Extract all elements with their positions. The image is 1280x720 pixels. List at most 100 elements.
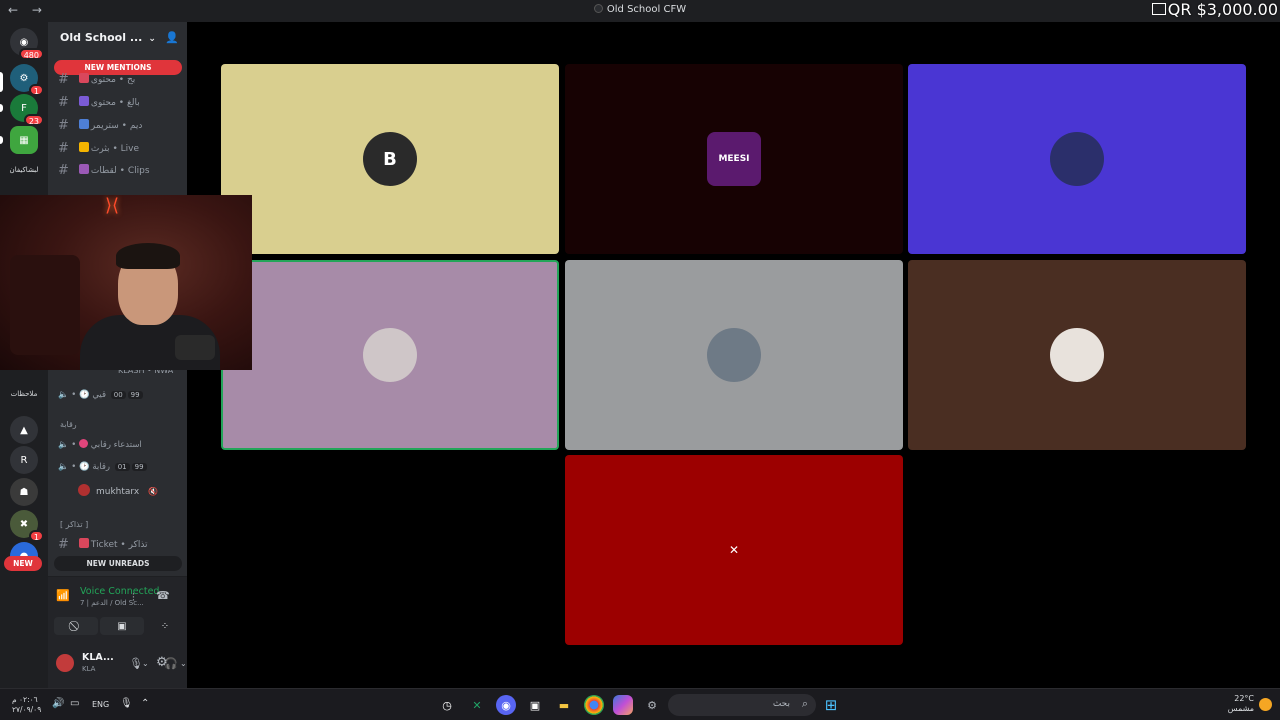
channel-emoji-icon [78, 119, 89, 129]
channel-1[interactable]: # بح • محتوى [58, 72, 183, 90]
participant-tile[interactable] [565, 260, 903, 450]
channel-3[interactable]: # ديم • ستريمر [58, 118, 183, 136]
user-name[interactable]: KLA... [82, 652, 114, 663]
server-icon-4[interactable]: R [10, 446, 38, 474]
taskbar-search[interactable]: بحث ⌕ [668, 694, 816, 716]
hash-icon: # [58, 537, 69, 552]
recorder-app-icon[interactable]: ◷ [437, 695, 457, 715]
chevron-down-icon[interactable]: ⌄ [180, 659, 187, 668]
neon-sign-icon: ⟩⟨ [105, 195, 120, 216]
new-badge[interactable]: NEW [4, 556, 42, 571]
voice-channel-label: قيي [92, 390, 107, 400]
channel-emoji-icon [78, 142, 89, 152]
file-explorer-icon[interactable]: ▬ [554, 695, 574, 715]
volume-icon[interactable]: 🔊 [52, 698, 64, 709]
voice-channel-1[interactable]: 🔈 • 🕑 قيي 00 99 [58, 390, 183, 406]
channel-label: Ticket • تذاكر [90, 540, 148, 550]
unread-indicator [0, 104, 3, 112]
participant-tile[interactable]: B [221, 64, 559, 254]
user-status: KLA [82, 665, 96, 673]
voice-connected-panel: 📶 Voice Connected 7 | الدعم / Old Sc... … [48, 576, 187, 640]
server-icon-6[interactable]: ✖ 1 [10, 510, 44, 542]
participant-avatar [363, 328, 417, 382]
user-limit: 99 [127, 391, 143, 399]
hash-icon: # [58, 141, 69, 156]
new-unreads-banner[interactable]: NEW UNREADS [54, 556, 182, 571]
server-badge: 1 [28, 530, 44, 542]
channel-emoji-icon [79, 439, 89, 448]
participant-avatar [707, 328, 761, 382]
server-label[interactable]: لبشاكيفان [4, 166, 44, 174]
search-placeholder: بحث [772, 699, 790, 709]
excel-app-icon[interactable]: ✕ [467, 695, 487, 715]
disconnect-icon[interactable]: ☎ [156, 589, 170, 602]
language-indicator[interactable]: ENG [92, 700, 109, 709]
signal-icon: 📶 [56, 589, 70, 602]
voice-user[interactable]: mukhtarx 🔇 [78, 484, 158, 497]
store-app-icon[interactable]: ▣ [525, 695, 545, 715]
voice-channel-label: رقابة [92, 462, 110, 472]
windows-taskbar: ٠٢:٠٦ م ٢٧/٠٩/٠٩ 🔊 ▭ ENG 🎙 ⌃ ◷ ✕ ◉ ▣ ▬ ⚙ … [0, 688, 1280, 720]
server-icon-2[interactable]: F 23 [10, 94, 44, 126]
chevron-down-icon[interactable]: ⌄ [142, 659, 149, 668]
participant-tile[interactable] [908, 260, 1246, 450]
participant-avatar [1050, 132, 1104, 186]
copilot-app-icon[interactable] [613, 695, 633, 715]
windows-start-icon[interactable]: ⊞ [821, 695, 841, 715]
gaming-chair [10, 255, 80, 355]
server-name: Old School ... [60, 31, 143, 44]
user-limit: 99 [131, 463, 147, 471]
camera-off-button[interactable]: ⃠ [54, 617, 98, 635]
participant-tile-speaking[interactable] [221, 260, 559, 450]
noise-suppression-icon[interactable]: ⫶ [132, 591, 135, 605]
server-header[interactable]: Old School ... ⌄ 👤 [48, 22, 187, 52]
participant-tile[interactable]: MEESI [565, 64, 903, 254]
channel-4[interactable]: # بثرث • Live [58, 141, 183, 159]
discord-app-icon[interactable]: ◉ [496, 695, 516, 715]
channel-emoji-icon [78, 96, 89, 106]
minecraft-server-icon[interactable]: ▦ [10, 126, 38, 154]
clock[interactable]: ٠٢:٠٦ م ٢٧/٠٩/٠٩ [12, 695, 41, 715]
selected-indicator [0, 72, 3, 92]
microphone-icon[interactable]: 🎙 [129, 657, 143, 670]
server-icon-5[interactable]: ☗ [10, 478, 38, 506]
participant-tile[interactable]: ✕ [565, 455, 903, 645]
channel-label: بح • محتوى [90, 75, 136, 85]
server-icon-1[interactable]: ⚙ 1 [10, 64, 44, 96]
ticket-channel[interactable]: # Ticket • تذاكر [58, 537, 183, 555]
category-label[interactable]: رقابة [60, 420, 77, 429]
chevron-up-icon[interactable]: ⌃ [141, 698, 149, 709]
channel-5[interactable]: # لقطات • Clips [58, 163, 183, 181]
settings-app-icon[interactable]: ⚙ [642, 695, 662, 715]
server-icon-3[interactable]: ▲ [10, 416, 38, 444]
avatar[interactable] [56, 654, 74, 672]
hash-icon: # [58, 72, 69, 87]
discord-home-icon[interactable]: ◉ 480 [10, 28, 44, 60]
weather-widget[interactable]: 22°C مشمس [1228, 694, 1254, 714]
category-label[interactable]: [ تذاكر ] [60, 520, 88, 529]
hash-icon: # [58, 118, 69, 133]
stream-overlay-price: QR $3,000.00 [1151, 0, 1280, 22]
channel-label: ديم • ستريمر [90, 121, 143, 131]
participant-tile[interactable] [908, 64, 1246, 254]
window-title: Old School CFW [0, 4, 1280, 15]
voice-channel-3[interactable]: 🔈 • 🕑 رقابة 01 99 [58, 462, 183, 478]
qr-icon [1151, 3, 1166, 15]
add-user-icon[interactable]: 👤 [165, 31, 179, 44]
voice-channel-2[interactable]: 🔈 • استدعاء رقابي [58, 439, 183, 455]
dm-badge: 480 [18, 48, 44, 60]
screen-share-button[interactable]: ▣ [100, 617, 144, 635]
server-label[interactable]: ملاحظات [4, 390, 44, 398]
microphone-icon[interactable]: 🎙 [120, 698, 133, 709]
user-count: 01 [114, 463, 130, 471]
activities-button[interactable]: ⁘ [146, 617, 184, 635]
avatar [78, 484, 90, 496]
participant-avatar: B [363, 132, 417, 186]
chrome-app-icon[interactable] [584, 695, 604, 715]
channel-2[interactable]: # بالغ • محتوى [58, 95, 183, 113]
webcam-hair [116, 243, 180, 269]
settings-gear-icon[interactable]: ⚙ [156, 655, 168, 670]
hash-icon: # [58, 163, 69, 178]
network-icon[interactable]: ▭ [70, 698, 79, 709]
server-badge: 23 [23, 114, 44, 126]
